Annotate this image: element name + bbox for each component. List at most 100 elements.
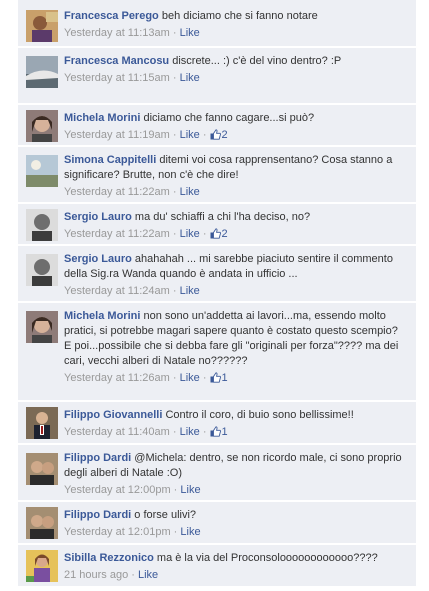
comment-meta: Yesterday at 11:13am · Like [64,26,408,41]
thumbs-up-icon [210,129,221,140]
like-link[interactable]: Like [180,129,200,141]
comment-item: Sergio Lauro ma du' schiaffi a chi l'ha … [18,204,416,245]
separator: · [169,285,180,297]
like-count-number: 1 [221,426,228,438]
comment-author-link[interactable]: Francesca Perego [64,10,159,22]
like-count[interactable]: 1 [210,372,228,384]
comment-text: ma è la via del Proconsoloooooooooooo???… [156,552,378,564]
comment-meta: Yesterday at 11:40am · Like · 1 [64,425,408,440]
comment-timestamp[interactable]: Yesterday at 12:01pm [64,526,171,538]
comment-timestamp[interactable]: Yesterday at 11:13am [64,27,170,39]
avatar[interactable] [26,10,58,42]
comment-item: Filippo Dardi @Michela: dentro, se non r… [18,445,416,501]
comment-author-link[interactable]: Michela Morini [64,112,140,124]
comment-text: ma du' schiaffi a chi l'ha deciso, no? [134,211,311,223]
like-count[interactable]: 1 [210,426,228,438]
thumbs-up-icon [210,372,221,383]
like-link[interactable]: Like [180,228,200,240]
comment-author-link[interactable]: Michela Morini [64,310,140,322]
like-link[interactable]: Like [180,526,200,538]
thumbs-up-icon [210,228,221,239]
comment-timestamp[interactable]: Yesterday at 11:40am [64,426,170,438]
separator: · [199,372,210,384]
comment-timestamp[interactable]: Yesterday at 11:22am [64,228,170,240]
comment-author-link[interactable]: Sergio Lauro [64,211,132,223]
separator: · [170,484,181,496]
comment-timestamp[interactable]: Yesterday at 12:00pm [64,484,171,496]
avatar[interactable] [26,453,58,485]
comment-meta: Yesterday at 11:24am · Like [64,284,408,299]
comment-meta: Yesterday at 11:22am · Like [64,185,408,200]
comment-item: Francesca Mancosu discrete... :) c'è del… [18,48,416,104]
comment-text: o forse ulivi? [134,509,197,521]
like-count[interactable]: 2 [210,228,228,240]
comment-author-link[interactable]: Filippo Dardi [64,509,131,521]
comment-timestamp[interactable]: Yesterday at 11:19am [64,129,170,141]
separator: · [199,129,210,141]
avatar[interactable] [26,550,58,582]
comment-text: diciamo che fanno cagare...si può? [143,112,315,124]
avatar[interactable] [26,507,58,539]
like-link[interactable]: Like [180,372,200,384]
like-count-number: 1 [221,372,228,384]
comment-timestamp[interactable]: 21 hours ago [64,569,128,581]
separator: · [199,426,210,438]
comment-item: Michela Morini diciamo che fanno cagare.… [18,105,416,146]
separator: · [169,129,180,141]
comment-meta: Yesterday at 11:22am · Like · 2 [64,227,408,242]
comment-meta: Yesterday at 11:19am · Like · 2 [64,128,408,143]
separator: · [128,569,138,581]
like-link[interactable]: Like [180,186,200,198]
comment-meta: Yesterday at 12:01pm · Like [64,525,408,540]
comment-author-link[interactable]: Filippo Giovannelli [64,409,162,421]
avatar[interactable] [26,155,58,187]
comment-author-link[interactable]: Filippo Dardi [64,452,131,464]
comment-meta: 21 hours ago · Like [64,568,408,583]
comment-meta: Yesterday at 12:00pm · Like [64,483,408,498]
separator: · [169,228,180,240]
separator: · [169,186,180,198]
separator: · [169,27,180,39]
thumbs-up-icon [210,426,221,437]
like-link[interactable]: Like [138,569,158,581]
comment-item: Sibilla Rezzonico ma è la via del Procon… [18,545,416,587]
comment-item: Michela Morini non sono un'addetta ai la… [18,303,416,401]
comment-author-link[interactable]: Simona Cappitelli [64,154,156,166]
separator: · [199,228,210,240]
avatar[interactable] [26,407,58,439]
comment-text: discrete... :) c'è del vino dentro? :P [172,55,342,67]
separator: · [169,72,180,84]
comment-meta: Yesterday at 11:15am · Like [64,71,408,86]
comment-timestamp[interactable]: Yesterday at 11:24am [64,285,170,297]
comment-author-link[interactable]: Francesca Mancosu [64,55,169,67]
comment-item: Filippo Dardi o forse ulivi? Yesterday a… [18,502,416,544]
like-link[interactable]: Like [180,484,200,496]
avatar[interactable] [26,311,58,343]
like-link[interactable]: Like [180,426,200,438]
comment-author-link[interactable]: Sergio Lauro [64,253,132,265]
comment-meta: Yesterday at 11:26am · Like · 1 [64,371,408,386]
like-count-number: 2 [221,129,228,141]
comment-item: Filippo Giovannelli Contro il coro, di b… [18,402,416,444]
avatar[interactable] [26,254,58,286]
avatar[interactable] [26,110,58,142]
like-count[interactable]: 2 [210,129,228,141]
avatar[interactable] [26,209,58,241]
like-link[interactable]: Like [180,72,200,84]
comment-author-link[interactable]: Sibilla Rezzonico [64,552,154,564]
like-link[interactable]: Like [180,285,200,297]
comment-timestamp[interactable]: Yesterday at 11:22am [64,186,170,198]
comment-timestamp[interactable]: Yesterday at 11:15am [64,72,170,84]
comment-item: Simona Cappitelli ditemi voi cosa rappre… [18,147,416,203]
comment-text: beh diciamo che si fanno notare [161,10,318,22]
avatar[interactable] [26,56,58,88]
separator: · [170,526,181,538]
separator: · [169,426,180,438]
comment-item: Francesca Perego beh diciamo che si fann… [18,0,416,47]
separator: · [169,372,180,384]
comment-timestamp[interactable]: Yesterday at 11:26am [64,372,170,384]
like-link[interactable]: Like [180,27,200,39]
comment-item: Sergio Lauro ahahahah ... mi sarebbe pia… [18,246,416,302]
comment-text: Contro il coro, di buio sono bellissime!… [165,409,354,421]
like-count-number: 2 [221,228,228,240]
